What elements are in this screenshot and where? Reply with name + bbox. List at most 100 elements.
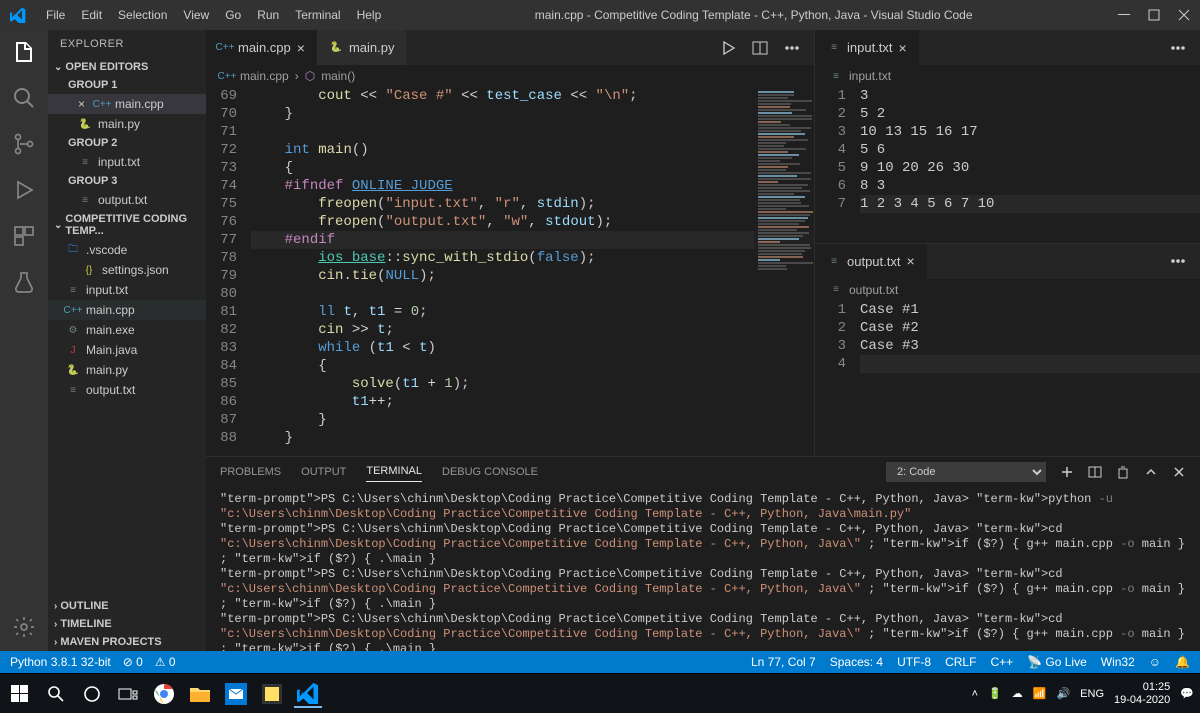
file-input-txt[interactable]: ≡input.txt <box>48 280 206 300</box>
more-icon[interactable] <box>1170 40 1186 56</box>
file-main-exe[interactable]: ⚙main.exe <box>48 320 206 340</box>
output-editor[interactable]: 1234 Case #1Case #2Case #3 <box>815 301 1200 457</box>
close-icon[interactable]: × <box>906 253 914 269</box>
split-editor-icon[interactable] <box>752 40 768 56</box>
close-icon[interactable] <box>1178 9 1190 21</box>
breadcrumb-output[interactable]: ≡output.txt <box>815 279 1200 301</box>
run-debug-icon[interactable] <box>12 178 36 202</box>
python-file-icon: 🐍 <box>329 41 343 55</box>
chrome-icon[interactable] <box>150 680 178 708</box>
menu-file[interactable]: File <box>38 8 73 22</box>
file-main-java[interactable]: JMain.java <box>48 340 206 360</box>
status-golive[interactable]: 📡 Go Live <box>1027 655 1087 669</box>
menu-selection[interactable]: Selection <box>110 8 175 22</box>
terminal-select[interactable]: 2: Code <box>886 462 1046 482</box>
file-main-cpp[interactable]: C++main.cpp <box>48 300 206 320</box>
code-editor[interactable]: 6970717273747576777879808182838485868788… <box>206 87 814 456</box>
outline-header[interactable]: ›OUTLINE <box>48 597 206 615</box>
status-win32[interactable]: Win32 <box>1101 655 1135 669</box>
panel-tab-problems[interactable]: PROBLEMS <box>220 462 281 482</box>
folder-header[interactable]: ⌄COMPETITIVE CODING TEMP... <box>48 210 206 240</box>
menu-run[interactable]: Run <box>249 8 287 22</box>
tab-main-py[interactable]: 🐍main.py <box>317 30 407 65</box>
panel-tab-debug-console[interactable]: DEBUG CONSOLE <box>442 462 538 482</box>
system-tray[interactable]: ˄ 🔋 ☁ 📶 🔊 ENG 01:2519-04-2020 💬 <box>972 681 1194 707</box>
file-explorer-icon[interactable] <box>186 680 214 708</box>
status-errors[interactable]: ⊘ 0 <box>123 655 143 669</box>
status-python[interactable]: Python 3.8.1 32-bit <box>10 655 111 669</box>
close-panel-icon[interactable] <box>1172 465 1186 479</box>
open-editor-input-txt[interactable]: ≡input.txt <box>48 152 206 172</box>
timeline-header[interactable]: ›TIMELINE <box>48 615 206 633</box>
terminal-output[interactable]: "term-prompt">PS C:\Users\chinm\Desktop\… <box>206 486 1200 651</box>
menu-edit[interactable]: Edit <box>73 8 110 22</box>
run-icon[interactable] <box>720 40 736 56</box>
menu-help[interactable]: Help <box>349 8 390 22</box>
status-cursor[interactable]: Ln 77, Col 7 <box>751 655 816 669</box>
close-icon[interactable]: × <box>78 97 85 111</box>
more-icon[interactable] <box>1170 253 1186 269</box>
maximize-icon[interactable] <box>1148 9 1160 21</box>
source-control-icon[interactable] <box>12 132 36 156</box>
split-terminal-icon[interactable] <box>1088 465 1102 479</box>
file-settings-json[interactable]: {}settings.json <box>48 260 206 280</box>
maximize-panel-icon[interactable] <box>1144 465 1158 479</box>
task-view-icon[interactable] <box>114 680 142 708</box>
open-editors-header[interactable]: ⌄OPEN EDITORS <box>48 58 206 76</box>
menu-terminal[interactable]: Terminal <box>287 8 348 22</box>
vscode-taskbar-icon[interactable] <box>294 680 322 708</box>
editor-tabs-left: C++main.cpp× 🐍main.py <box>206 30 814 65</box>
open-editor-output-txt[interactable]: ≡output.txt <box>48 190 206 210</box>
tray-notifications-icon[interactable]: 💬 <box>1180 687 1194 700</box>
activity-bar <box>0 30 48 651</box>
search-icon[interactable] <box>12 86 36 110</box>
start-button[interactable] <box>6 680 34 708</box>
more-icon[interactable] <box>784 40 800 56</box>
tray-chevron-icon[interactable]: ˄ <box>972 688 978 700</box>
status-spaces[interactable]: Spaces: 4 <box>830 655 883 669</box>
menu-go[interactable]: Go <box>217 8 249 22</box>
tray-volume-icon[interactable]: 🔊 <box>1056 687 1070 700</box>
status-bell-icon[interactable]: 🔔 <box>1175 655 1190 669</box>
cortana-icon[interactable] <box>78 680 106 708</box>
folder-vscode[interactable]: 🗀.vscode <box>48 240 206 260</box>
status-encoding[interactable]: UTF-8 <box>897 655 931 669</box>
file-label: Main.java <box>86 343 137 357</box>
status-language[interactable]: C++ <box>990 655 1013 669</box>
testing-icon[interactable] <box>12 270 36 294</box>
tray-wifi-icon[interactable]: 📶 <box>1033 687 1047 700</box>
sticky-notes-icon[interactable] <box>258 680 286 708</box>
tab-input-txt[interactable]: ≡input.txt× <box>815 30 919 65</box>
tray-clock[interactable]: 01:2519-04-2020 <box>1114 681 1170 707</box>
tab-main-cpp[interactable]: C++main.cpp× <box>206 30 317 65</box>
status-feedback-icon[interactable]: ☺ <box>1149 655 1161 669</box>
status-eol[interactable]: CRLF <box>945 655 976 669</box>
tray-onedrive-icon[interactable]: ☁ <box>1012 687 1023 700</box>
open-editor-main-py[interactable]: 🐍main.py <box>48 114 206 134</box>
new-terminal-icon[interactable] <box>1060 465 1074 479</box>
status-warnings[interactable]: ⚠ 0 <box>155 655 176 669</box>
tray-battery-icon[interactable]: 🔋 <box>988 687 1002 700</box>
open-editor-main-cpp[interactable]: ×C++main.cpp <box>48 94 206 114</box>
menu-view[interactable]: View <box>175 8 217 22</box>
tray-lang[interactable]: ENG <box>1080 688 1104 700</box>
taskbar-search-icon[interactable] <box>42 680 70 708</box>
settings-gear-icon[interactable] <box>12 615 36 639</box>
file-main-py[interactable]: 🐍main.py <box>48 360 206 380</box>
extensions-icon[interactable] <box>12 224 36 248</box>
minimize-icon[interactable] <box>1118 9 1130 21</box>
kill-terminal-icon[interactable] <box>1116 465 1130 479</box>
tab-output-txt[interactable]: ≡output.txt× <box>815 244 927 279</box>
close-icon[interactable]: × <box>297 40 305 56</box>
maven-header[interactable]: ›MAVEN PROJECTS <box>48 633 206 651</box>
file-output-txt[interactable]: ≡output.txt <box>48 380 206 400</box>
explorer-icon[interactable] <box>12 40 36 64</box>
breadcrumb-input[interactable]: ≡input.txt <box>815 65 1200 87</box>
close-icon[interactable]: × <box>899 40 907 56</box>
panel-tab-output[interactable]: OUTPUT <box>301 462 346 482</box>
panel-tab-terminal[interactable]: TERMINAL <box>366 461 422 482</box>
breadcrumb[interactable]: C++ main.cpp › ⬡ main() <box>206 65 814 87</box>
input-editor[interactable]: 1234567 35 210 13 15 16 175 69 10 20 26 … <box>815 87 1200 243</box>
minimap[interactable] <box>754 87 814 456</box>
mail-icon[interactable] <box>222 680 250 708</box>
